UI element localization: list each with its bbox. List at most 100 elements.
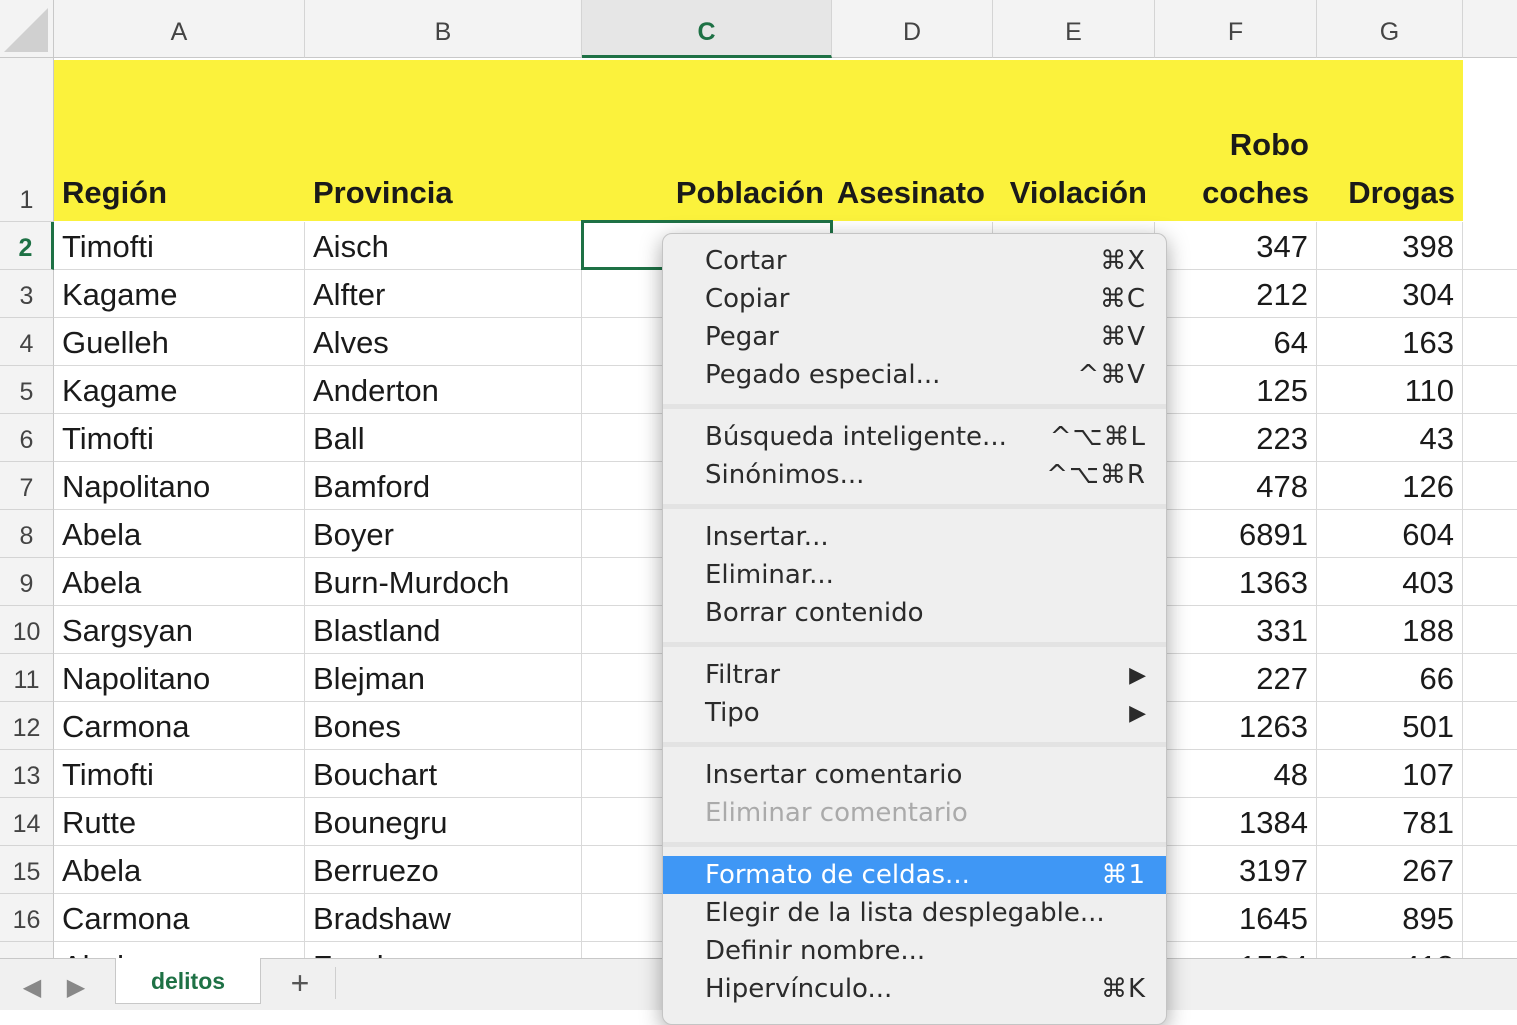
cell-province[interactable]: Bounegru — [305, 798, 582, 846]
cell-drugs[interactable]: 501 — [1317, 702, 1463, 750]
menu-item-insert-comment[interactable]: Insertar comentario — [663, 756, 1166, 794]
cell-province[interactable]: Anderton — [305, 366, 582, 414]
menu-item-paste-special[interactable]: Pegado especial... ^⌘V — [663, 356, 1166, 394]
cell-province[interactable]: Bradshaw — [305, 894, 582, 942]
row-header[interactable]: 2 — [0, 222, 54, 270]
menu-item-smart-lookup[interactable]: Búsqueda inteligente... ^⌥⌘L — [663, 418, 1166, 456]
cell-car-theft[interactable]: 1384 — [1155, 798, 1317, 846]
header-cell-rape[interactable]: Violación — [993, 60, 1155, 221]
cell-drugs[interactable]: 66 — [1317, 654, 1463, 702]
cell-car-theft[interactable]: 1263 — [1155, 702, 1317, 750]
cell-region[interactable]: Sargsyan — [54, 606, 305, 654]
menu-item-insert[interactable]: Insertar... — [663, 518, 1166, 556]
header-cell-population[interactable]: Población — [582, 60, 832, 221]
cell-region[interactable]: Napolitano — [54, 462, 305, 510]
add-sheet-button[interactable]: + — [283, 965, 317, 1001]
cell-region[interactable]: Rutte — [54, 798, 305, 846]
row-header[interactable]: 10 — [0, 606, 54, 654]
cell-region[interactable]: Abela — [54, 510, 305, 558]
column-header-a[interactable]: A — [54, 0, 305, 58]
cell-region[interactable]: Abela — [54, 942, 305, 958]
cell-car-theft[interactable]: 6891 — [1155, 510, 1317, 558]
cell-car-theft[interactable]: 223 — [1155, 414, 1317, 462]
cell-drugs[interactable]: 188 — [1317, 606, 1463, 654]
menu-item-paste[interactable]: Pegar ⌘V — [663, 318, 1166, 356]
cell-region[interactable]: Napolitano — [54, 654, 305, 702]
cell-car-theft[interactable]: 3197 — [1155, 846, 1317, 894]
cell-region[interactable]: Timofti — [54, 222, 305, 270]
cell-drugs[interactable]: 110 — [1317, 366, 1463, 414]
row-header[interactable]: 7 — [0, 462, 54, 510]
cell-drugs[interactable]: 107 — [1317, 750, 1463, 798]
cell-drugs[interactable]: 398 — [1317, 222, 1463, 270]
cell-car-theft[interactable]: 478 — [1155, 462, 1317, 510]
cell-region[interactable]: Guelleh — [54, 318, 305, 366]
header-cell-murder[interactable]: Asesinato — [832, 60, 993, 221]
cell-drugs[interactable]: 163 — [1317, 318, 1463, 366]
cell-region[interactable]: Kagame — [54, 270, 305, 318]
sheet-tab-delitos[interactable]: delitos — [115, 958, 261, 1004]
cell-province[interactable]: Alfter — [305, 270, 582, 318]
cell-province[interactable]: Freak — [305, 942, 582, 958]
row-header[interactable]: 8 — [0, 510, 54, 558]
cell-empty[interactable] — [1463, 846, 1517, 894]
cell-car-theft[interactable]: 227 — [1155, 654, 1317, 702]
menu-item-cut[interactable]: Cortar ⌘X — [663, 242, 1166, 280]
cell-province[interactable]: Bones — [305, 702, 582, 750]
cell-province[interactable]: Boyer — [305, 510, 582, 558]
menu-item-clear-contents[interactable]: Borrar contenido — [663, 594, 1166, 632]
menu-item-format-cells[interactable]: Formato de celdas... ⌘1 — [663, 856, 1166, 894]
row-header[interactable]: 3 — [0, 270, 54, 318]
cell-drugs[interactable]: 267 — [1317, 846, 1463, 894]
cell-drugs[interactable]: 604 — [1317, 510, 1463, 558]
cell-drugs[interactable]: 304 — [1317, 270, 1463, 318]
cell-empty[interactable] — [1463, 702, 1517, 750]
row-header[interactable]: 16 — [0, 894, 54, 942]
menu-item-define-name[interactable]: Definir nombre... — [663, 932, 1166, 970]
header-cell-car-theft[interactable]: Robo coches — [1155, 60, 1317, 221]
cell-empty[interactable] — [1463, 606, 1517, 654]
cell-province[interactable]: Berruezo — [305, 846, 582, 894]
cell-empty[interactable] — [1463, 270, 1517, 318]
cell-province[interactable]: Burn-Murdoch — [305, 558, 582, 606]
cell-region[interactable]: Kagame — [54, 366, 305, 414]
cell-province[interactable]: Bouchart — [305, 750, 582, 798]
cell-region[interactable]: Timofti — [54, 414, 305, 462]
row-header[interactable]: 1 — [0, 58, 54, 222]
column-header-e[interactable]: E — [993, 0, 1155, 58]
cell-empty[interactable] — [1463, 942, 1517, 958]
menu-item-hyperlink[interactable]: Hipervínculo... ⌘K — [663, 970, 1166, 1008]
cell-province[interactable]: Ball — [305, 414, 582, 462]
cell-empty[interactable] — [1463, 894, 1517, 942]
column-header-c[interactable]: C — [582, 0, 832, 58]
row-header[interactable]: 12 — [0, 702, 54, 750]
row-header[interactable]: 4 — [0, 318, 54, 366]
column-header-f[interactable]: F — [1155, 0, 1317, 58]
menu-item-synonyms[interactable]: Sinónimos... ^⌥⌘R — [663, 456, 1166, 494]
cell-empty[interactable] — [1463, 558, 1517, 606]
cell-empty[interactable] — [1463, 222, 1517, 270]
cell-province[interactable]: Alves — [305, 318, 582, 366]
cell-region[interactable]: Carmona — [54, 894, 305, 942]
cell-car-theft[interactable]: 331 — [1155, 606, 1317, 654]
column-header-b[interactable]: B — [305, 0, 582, 58]
cell-province[interactable]: Blastland — [305, 606, 582, 654]
menu-item-filter[interactable]: Filtrar ▶ — [663, 656, 1166, 694]
cell-empty[interactable] — [1463, 366, 1517, 414]
next-sheet-icon[interactable]: ▶ — [64, 973, 88, 1002]
cell-drugs[interactable]: 895 — [1317, 894, 1463, 942]
row-header[interactable]: 13 — [0, 750, 54, 798]
cell-drugs[interactable]: 781 — [1317, 798, 1463, 846]
cell-car-theft[interactable]: 347 — [1155, 222, 1317, 270]
cell-province[interactable]: Aisch — [305, 222, 582, 270]
cell-car-theft[interactable]: 1645 — [1155, 894, 1317, 942]
cell-car-theft[interactable]: 1584 — [1155, 942, 1317, 958]
cell-province[interactable]: Blejman — [305, 654, 582, 702]
row-header[interactable]: 9 — [0, 558, 54, 606]
row-header[interactable]: 14 — [0, 798, 54, 846]
cell-empty[interactable] — [1463, 318, 1517, 366]
cell-drugs[interactable]: 43 — [1317, 414, 1463, 462]
cell-region[interactable]: Abela — [54, 846, 305, 894]
previous-sheet-icon[interactable]: ◀ — [20, 973, 44, 1002]
cell-region[interactable]: Timofti — [54, 750, 305, 798]
